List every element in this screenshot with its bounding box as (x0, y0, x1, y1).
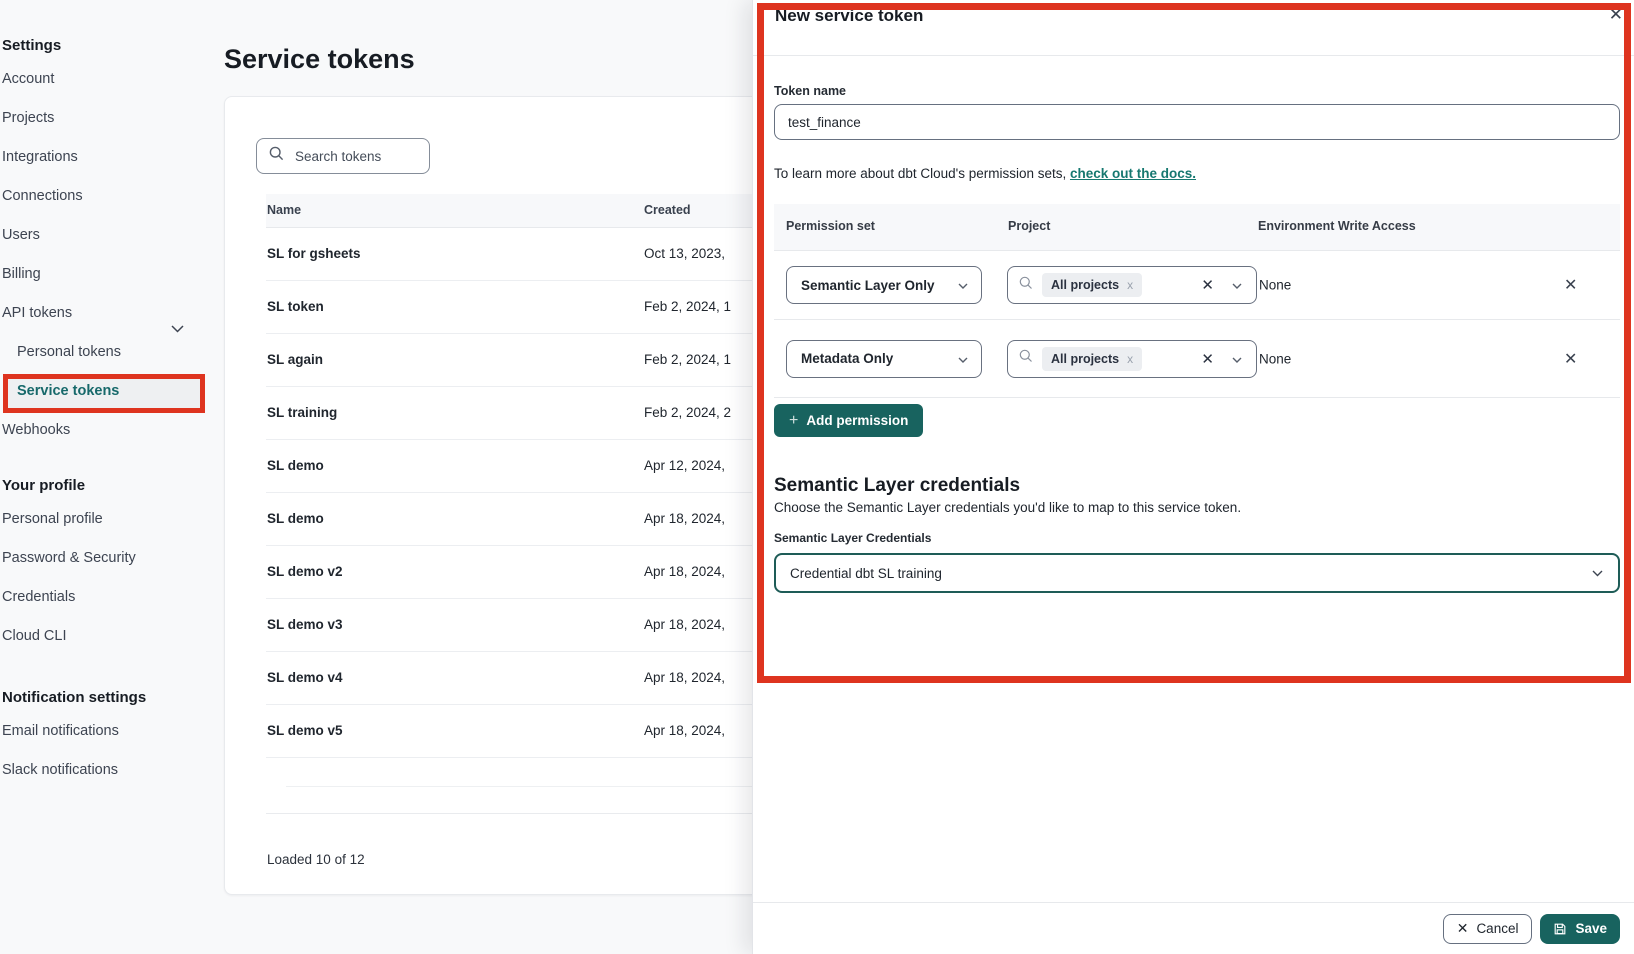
remove-permission-icon[interactable]: ✕ (1564, 275, 1577, 295)
sidebar-item-billing[interactable]: Billing (0, 255, 216, 294)
new-service-token-drawer: New service token ✕ Token name To learn … (752, 0, 1634, 954)
sidebar-item-connections[interactable]: Connections (0, 177, 216, 216)
column-header-created: Created (644, 203, 691, 217)
sidebar-item-personal-profile[interactable]: Personal profile (0, 500, 216, 539)
column-header-project: Project (1008, 219, 1050, 233)
token-created-cell: Apr 18, 2024, (644, 564, 725, 579)
token-name-cell: SL token (267, 299, 324, 314)
remove-chip-icon[interactable]: x (1127, 352, 1133, 366)
token-created-cell: Feb 2, 2024, 1 (644, 352, 731, 367)
token-name-cell: SL demo v5 (267, 723, 343, 738)
close-icon[interactable]: ✕ (1609, 5, 1623, 25)
semantic-layer-credentials-description: Choose the Semantic Layer credentials yo… (774, 500, 1241, 515)
token-name-cell: SL demo v2 (267, 564, 343, 579)
sidebar-item-email-notifications[interactable]: Email notifications (0, 712, 216, 751)
token-name-cell: SL demo (267, 458, 324, 473)
column-header-permission-set: Permission set (786, 219, 875, 233)
sidebar-item-service-tokens[interactable]: Service tokens (0, 372, 216, 411)
token-name-cell: SL demo (267, 511, 324, 526)
remove-chip-icon[interactable]: x (1127, 278, 1133, 292)
column-header-name: Name (267, 203, 301, 217)
docs-help-text: To learn more about dbt Cloud's permissi… (774, 166, 1196, 181)
add-permission-button[interactable]: + Add permission (774, 404, 923, 437)
permissions-table-body: Semantic Layer Only All projects x ✕ (774, 251, 1620, 398)
sidebar-heading-notification-settings: Notification settings (0, 684, 216, 712)
env-write-access-value: None (1259, 278, 1291, 293)
sidebar-item-webhooks[interactable]: Webhooks (0, 411, 216, 450)
permission-set-select[interactable]: Metadata Only (786, 340, 982, 378)
search-icon (1019, 349, 1033, 368)
token-created-cell: Apr 18, 2024, (644, 723, 725, 738)
column-header-env-write-access: Environment Write Access (1258, 219, 1416, 233)
project-multiselect[interactable]: All projects x ✕ (1007, 340, 1257, 378)
semantic-layer-credentials-heading: Semantic Layer credentials (774, 475, 1020, 497)
save-icon (1553, 922, 1567, 936)
cancel-button[interactable]: ✕ Cancel (1443, 914, 1533, 944)
close-icon: ✕ (1457, 920, 1469, 937)
page-title: Service tokens (224, 44, 415, 75)
project-multiselect[interactable]: All projects x ✕ (1007, 266, 1257, 304)
token-created-cell: Oct 13, 2023, (644, 246, 725, 261)
chevron-down-icon (1232, 276, 1242, 294)
docs-link[interactable]: check out the docs. (1070, 166, 1196, 181)
sidebar-heading-your-profile: Your profile (0, 472, 216, 500)
chevron-down-icon (1232, 350, 1242, 368)
sidebar-item-users[interactable]: Users (0, 216, 216, 255)
token-name-input[interactable] (774, 104, 1620, 140)
permission-set-select[interactable]: Semantic Layer Only (786, 266, 982, 304)
sidebar-item-credentials[interactable]: Credentials (0, 578, 216, 617)
search-icon (269, 146, 284, 166)
token-created-cell: Feb 2, 2024, 1 (644, 299, 731, 314)
semantic-layer-credentials-label: Semantic Layer Credentials (774, 531, 931, 545)
sidebar-item-projects[interactable]: Projects (0, 99, 216, 138)
sidebar-heading-settings: Settings (0, 32, 216, 60)
sidebar-item-personal-tokens[interactable]: Personal tokens (0, 333, 216, 372)
sidebar-item-integrations[interactable]: Integrations (0, 138, 216, 177)
token-name-cell: SL again (267, 352, 323, 367)
drawer-title: New service token (775, 6, 923, 26)
token-created-cell: Apr 18, 2024, (644, 511, 725, 526)
token-created-cell: Apr 18, 2024, (644, 670, 725, 685)
sidebar-item-api-tokens[interactable]: API tokens (0, 294, 216, 333)
token-name-cell: SL demo v4 (267, 670, 343, 685)
settings-sidebar: Settings Account Projects Integrations C… (0, 0, 216, 954)
token-name-cell: SL for gsheets (267, 246, 361, 261)
token-created-cell: Apr 12, 2024, (644, 458, 725, 473)
env-write-access-value: None (1259, 351, 1291, 366)
semantic-layer-credentials-select[interactable]: Credential dbt SL training (774, 553, 1620, 593)
chevron-down-icon (958, 350, 968, 368)
remove-permission-icon[interactable]: ✕ (1564, 349, 1577, 369)
chevron-down-icon (958, 276, 968, 294)
search-tokens-input[interactable] (293, 148, 417, 165)
token-created-cell: Apr 18, 2024, (644, 617, 725, 632)
project-chip: All projects x (1042, 347, 1142, 371)
search-tokens-box[interactable] (256, 138, 430, 174)
sidebar-item-account[interactable]: Account (0, 60, 216, 99)
token-name-cell: SL training (267, 405, 337, 420)
sidebar-item-slack-notifications[interactable]: Slack notifications (0, 751, 216, 790)
save-button[interactable]: Save (1540, 914, 1620, 944)
plus-icon: + (789, 412, 798, 430)
search-icon (1019, 276, 1033, 295)
token-created-cell: Feb 2, 2024, 2 (644, 405, 731, 420)
permission-row: Metadata Only All projects x ✕ (774, 320, 1620, 398)
permissions-table: Permission set Project Environment Write… (774, 204, 1620, 398)
sidebar-item-password-security[interactable]: Password & Security (0, 539, 216, 578)
token-name-cell: SL demo v3 (267, 617, 343, 632)
drawer-footer: ✕ Cancel Save (753, 902, 1634, 954)
clear-selection-icon[interactable]: ✕ (1201, 350, 1214, 368)
project-chip: All projects x (1042, 273, 1142, 297)
permissions-table-header: Permission set Project Environment Write… (774, 204, 1620, 251)
loaded-count-text: Loaded 10 of 12 (267, 852, 365, 867)
token-name-label: Token name (774, 84, 846, 98)
sidebar-item-cloud-cli[interactable]: Cloud CLI (0, 617, 216, 656)
permission-row: Semantic Layer Only All projects x ✕ (774, 251, 1620, 320)
drawer-header: New service token ✕ (753, 0, 1634, 56)
clear-selection-icon[interactable]: ✕ (1201, 276, 1214, 294)
chevron-down-icon (1592, 564, 1603, 582)
